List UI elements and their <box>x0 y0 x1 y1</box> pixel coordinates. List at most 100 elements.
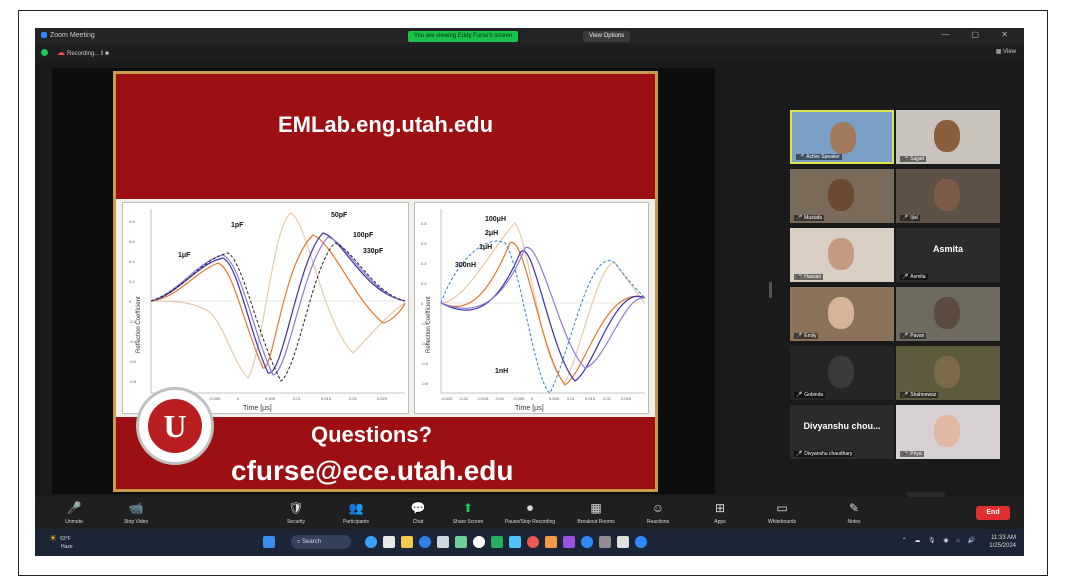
recording-icon: ⏺ <box>526 501 533 515</box>
unmute-icon: 🎤 <box>66 501 82 515</box>
windows-taskbar: ☀ 63°F Haze ⌕ Search ⌃ ☁ 🎙 ◉ ⌂ 🔊 11:33 AM 1… <box>35 529 1024 556</box>
ytick: -0.4 <box>129 339 137 344</box>
zoom-logo-icon <box>41 32 47 38</box>
participant-display-name: Divyanshu chou... <box>803 421 881 431</box>
taskbar-app-icon[interactable] <box>383 536 395 548</box>
tray-icons[interactable]: ⌃ ☁ 🎙 ◉ ⌂ 🔊 <box>902 537 978 544</box>
taskbar-app-icon[interactable] <box>509 536 521 548</box>
participant-display-name: Asmita <box>932 244 963 254</box>
taskbar-app-icon[interactable] <box>419 536 431 548</box>
muted-mic-icon: 🎤 <box>902 333 909 339</box>
share-screen-label: Share Screen <box>452 519 484 525</box>
xtick: 0.01 <box>567 396 576 401</box>
security-button[interactable]: 🛡 Security <box>267 500 325 525</box>
windows-start-icon[interactable] <box>263 536 275 548</box>
taskbar-app-icon[interactable] <box>473 536 485 548</box>
muted-mic-icon: 🎤 <box>796 274 803 280</box>
reactions-label: Reactions <box>646 519 670 525</box>
slide-url: EMLab.eng.utah.edu <box>277 112 494 137</box>
participant-tile[interactable]: 🎤 Priya <box>896 405 1000 459</box>
shield-icon[interactable] <box>41 49 48 56</box>
apps-icon: ⊞ <box>714 501 726 515</box>
taskbar-app-icon[interactable] <box>599 536 611 548</box>
clock[interactable]: 11:33 AM 1/25/2024 <box>989 534 1016 550</box>
muted-mic-icon: 🎤 <box>796 333 803 339</box>
contact-email: cfurse@ece.utah.edu <box>231 455 514 486</box>
participant-tile[interactable]: 🎤 Gobinda <box>790 346 894 400</box>
ytick: 0 <box>129 299 132 304</box>
end-button[interactable]: End <box>976 506 1010 520</box>
weather-widget[interactable]: ☀ 63°F Haze <box>49 533 73 550</box>
xtick: -0.025 <box>441 396 453 401</box>
breakout-rooms-button[interactable]: ▦ Breakout Rooms <box>567 500 625 525</box>
xtick: 0.005 <box>549 396 560 401</box>
participants-button[interactable]: 👥 Participants <box>327 500 385 525</box>
label-1nH: 1nH <box>495 368 508 375</box>
share-screen-button[interactable]: ⬆ Share Screen <box>439 500 497 525</box>
viewing-banner: You are viewing Eddy Furse's screen <box>408 31 519 42</box>
window-controls[interactable]: — ▢ ✕ <box>941 30 1018 39</box>
xtick: 0 <box>531 396 534 401</box>
participant-tile[interactable]: 🎤 Sajjad <box>896 110 1000 164</box>
participant-tile[interactable]: 🎤 Mustafa <box>790 169 894 223</box>
presentation-slide: EMLab.eng.utah.edu Reflection Coefficien… <box>113 71 658 492</box>
taskbar-app-icon[interactable] <box>545 536 557 548</box>
taskbar-app-icon[interactable] <box>527 536 539 548</box>
plots-panel: Reflection Coefficient Time [μs] 1pF 50p… <box>116 199 655 417</box>
view-options-button[interactable]: View Options <box>583 31 631 42</box>
notes-button[interactable]: ✎ Notes <box>825 500 883 525</box>
participant-name: 🎤 Pavan <box>900 333 927 339</box>
participant-tile[interactable]: 🎤 Pavan <box>896 287 1000 341</box>
taskbar-app-icon[interactable] <box>491 536 503 548</box>
taskbar-app-icon[interactable] <box>617 536 629 548</box>
recording-indicator[interactable]: ☁ Recording... ‖ ■ <box>57 48 109 57</box>
taskbar-app-icon[interactable] <box>365 536 377 548</box>
taskbar-app-icon[interactable] <box>437 536 449 548</box>
university-logo: U <box>136 387 214 465</box>
reactions-icon: ☺ <box>651 501 665 515</box>
participant-name: 🎤 Gobinda <box>794 392 826 398</box>
participant-video <box>934 415 960 447</box>
participant-tile[interactable]: Asmita 🎤 Asmita <box>896 228 1000 282</box>
meeting-toolbar: End 🎤 Unmute 📹 Stop Video 🛡 Security 👥 Particip… <box>35 497 1024 529</box>
taskbar-search[interactable]: ⌕ Search <box>291 535 351 549</box>
panel-resize-handle[interactable] <box>769 282 772 298</box>
whiteboards-button[interactable]: ▭ Whiteboards <box>753 500 811 525</box>
participant-tile[interactable]: 🎤 Shahnewaz <box>896 346 1000 400</box>
taskbar-app-icon[interactable] <box>401 536 413 548</box>
participant-video <box>934 179 960 211</box>
participant-tile[interactable]: 🎤 Hassan <box>790 228 894 282</box>
ytick: 0.2 <box>129 279 135 284</box>
participant-name: 🎤 Asmita <box>900 274 928 280</box>
ytick: -0.2 <box>129 319 137 324</box>
participant-tile[interactable]: 🎤 Active Speaker <box>790 110 894 164</box>
unmute-button[interactable]: 🎤 Unmute <box>45 500 103 525</box>
taskbar-app-icon[interactable] <box>635 536 647 548</box>
taskbar-app-icon[interactable] <box>455 536 467 548</box>
muted-mic-icon: 🎤 <box>902 156 909 162</box>
muted-mic-icon: 🎤 <box>902 215 909 221</box>
view-button[interactable]: ▦ View <box>996 48 1016 55</box>
xtick: -0.005 <box>209 396 221 401</box>
participant-tile[interactable]: 🎤 Ijlal <box>896 169 1000 223</box>
cloud-record-icon: ☁ <box>57 48 65 57</box>
muted-mic-icon: 🎤 <box>796 451 803 457</box>
participant-tile[interactable]: 🎤 Emily <box>790 287 894 341</box>
recording-button[interactable]: ⏺ Pause/Stop Recording <box>501 500 559 525</box>
xtick: 0.02 <box>349 396 358 401</box>
left-plot-xlabel: Time [μs] <box>243 405 272 412</box>
stop-video-button[interactable]: 📹 Stop Video <box>107 500 165 525</box>
participant-name: 🎤 Active Speaker <box>796 154 842 160</box>
xtick: -0.02 <box>459 396 469 401</box>
xtick: 0.025 <box>377 396 388 401</box>
participant-video <box>934 356 960 388</box>
apps-button[interactable]: ⊞ Apps <box>691 500 749 525</box>
taskbar-app-icon[interactable] <box>563 536 575 548</box>
notes-icon: ✎ <box>848 501 860 515</box>
participant-tile[interactable]: Divyanshu chou... 🎤 Divyanshu chaudhary <box>790 405 894 459</box>
muted-mic-icon: 🎤 <box>902 274 909 280</box>
zoom-window: Zoom Meeting You are viewing Eddy Furse'… <box>35 28 1024 556</box>
ytick: 0.2 <box>421 281 427 286</box>
reactions-button[interactable]: ☺ Reactions <box>629 500 687 525</box>
taskbar-app-icon[interactable] <box>581 536 593 548</box>
